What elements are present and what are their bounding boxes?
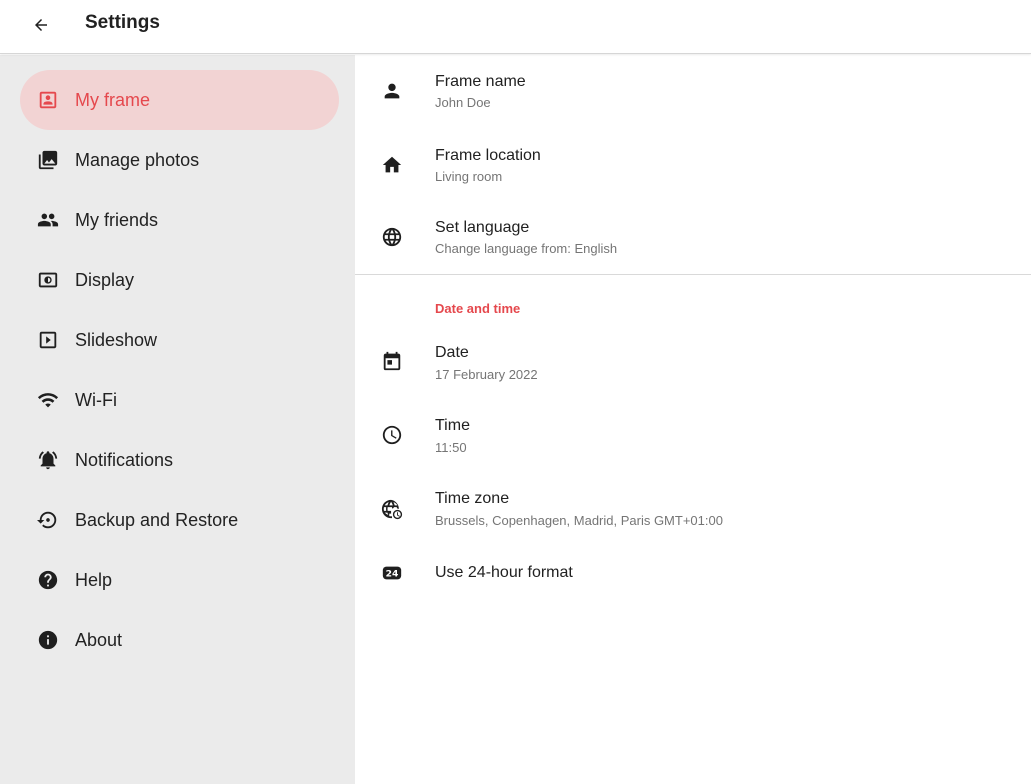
sidebar-item-label: About — [75, 630, 123, 650]
backup-restore-icon — [37, 509, 59, 531]
hour-format-title: Use 24-hour format — [435, 564, 573, 581]
photo-library-icon — [37, 149, 59, 171]
sidebar-item-display[interactable]: Display — [20, 250, 339, 310]
sidebar-item-my-frame[interactable]: My frame — [20, 70, 339, 130]
time-zone-value: Brussels, Copenhagen, Madrid, Paris GMT+… — [435, 513, 723, 528]
sidebar-item-slideshow[interactable]: Slideshow — [20, 310, 339, 370]
svg-text:24: 24 — [386, 569, 399, 580]
sidebar-item-label: Wi-Fi — [75, 390, 117, 410]
sidebar-item-my-friends[interactable]: My friends — [20, 190, 339, 250]
sidebar-item-label: Help — [75, 570, 113, 590]
frame-location-setting[interactable]: Frame location Living room — [355, 129, 1031, 201]
frame-name-value: John Doe — [435, 95, 491, 110]
page-title: Settings — [85, 12, 160, 33]
date-setting[interactable]: Date 17 February 2022 — [355, 325, 1031, 397]
date-time-section-header: Date and time — [435, 301, 521, 316]
arrow-back-icon — [35, 19, 47, 31]
people-icon — [37, 209, 59, 231]
24-hour-icon: 24 — [380, 561, 404, 585]
time-zone-setting[interactable]: Time zone Brussels, Copenhagen, Madrid, … — [355, 471, 1031, 543]
portrait-frame-icon — [37, 89, 59, 111]
frame-location-value: Living room — [435, 169, 503, 184]
section-divider — [355, 274, 1031, 275]
sidebar-item-label: Manage photos — [75, 150, 200, 170]
date-title: Date — [435, 344, 469, 361]
sidebar-item-label: Slideshow — [75, 330, 158, 350]
time-value: 11:50 — [435, 440, 467, 455]
hour-format-setting[interactable]: 24 Use 24-hour format — [355, 545, 1031, 617]
time-title: Time — [435, 417, 470, 434]
help-icon — [37, 569, 59, 591]
sidebar-item-label: My frame — [75, 90, 151, 110]
sidebar: My frame Manage photos My friends Displa… — [0, 55, 355, 784]
frame-name-title: Frame name — [435, 73, 526, 90]
settings-content: Frame name John Doe Frame location Livin… — [355, 55, 1031, 784]
person-icon — [380, 79, 404, 103]
set-language-title: Set language — [435, 219, 530, 236]
globe-clock-icon — [380, 497, 404, 521]
globe-icon — [380, 225, 404, 249]
sidebar-item-label: Backup and Restore — [75, 510, 239, 530]
clock-icon — [380, 423, 404, 447]
sidebar-item-manage-photos[interactable]: Manage photos — [20, 130, 339, 190]
frame-location-title: Frame location — [435, 147, 541, 164]
sidebar-item-about[interactable]: About — [20, 610, 339, 670]
sidebar-item-label: Display — [75, 270, 135, 290]
time-setting[interactable]: Time 11:50 — [355, 397, 1031, 469]
sidebar-item-notifications[interactable]: Notifications — [20, 430, 339, 490]
sidebar-item-label: Notifications — [75, 450, 174, 470]
wifi-icon — [37, 389, 59, 411]
sidebar-item-help[interactable]: Help — [20, 550, 339, 610]
slideshow-icon — [37, 329, 59, 351]
notification-bell-icon — [37, 449, 59, 471]
calendar-icon — [380, 349, 404, 373]
date-value: 17 February 2022 — [435, 367, 538, 382]
time-zone-title: Time zone — [435, 490, 510, 507]
sidebar-item-label: My friends — [75, 210, 159, 230]
frame-name-setting[interactable]: Frame name John Doe — [355, 55, 1031, 127]
brightness-screen-icon — [37, 269, 59, 291]
sidebar-item-wifi[interactable]: Wi-Fi — [20, 370, 339, 430]
sidebar-item-backup-restore[interactable]: Backup and Restore — [20, 490, 339, 550]
app-bar: Settings — [0, 0, 1031, 54]
set-language-setting[interactable]: Set language Change language from: Engli… — [355, 201, 1031, 273]
info-icon — [37, 629, 59, 651]
set-language-value: Change language from: English — [435, 241, 618, 256]
back-button[interactable] — [24, 8, 58, 42]
home-icon — [380, 153, 404, 177]
